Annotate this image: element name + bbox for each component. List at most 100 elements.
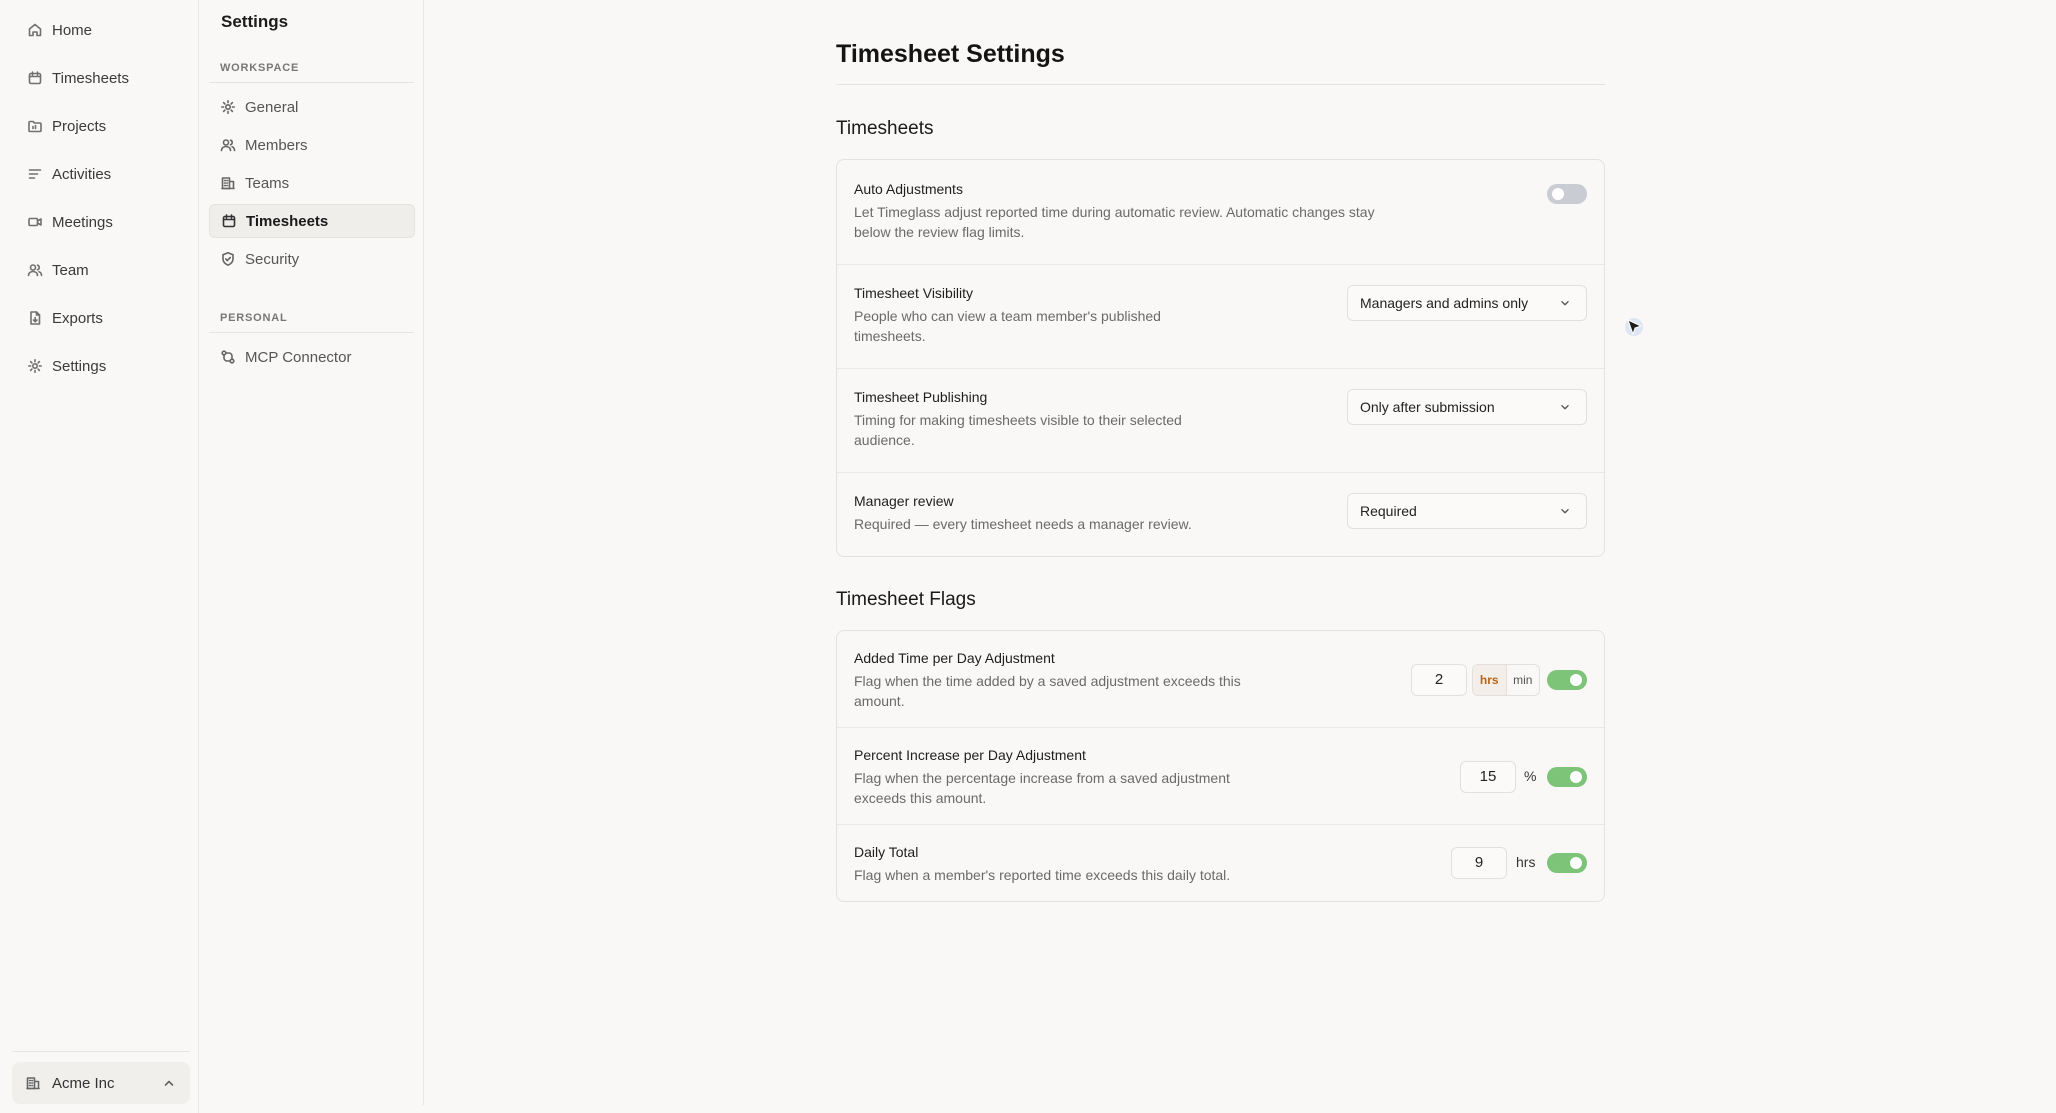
settings-item-label: Teams [245,174,290,192]
users-icon [26,261,44,279]
section-divider [209,332,414,333]
timesheets-settings-card: Auto Adjustments Let Timeglass adjust re… [836,159,1605,557]
description-line: Flag when the time added by a saved adju… [854,673,1241,689]
workspace-switcher[interactable]: Acme Inc [12,1062,190,1104]
settings-sidebar: Settings WORKSPACE General Members Teams… [199,0,424,1105]
unit-hrs-button[interactable]: hrs [1473,665,1507,695]
nav-item-meetings[interactable]: Meetings [26,210,113,234]
chevron-down-icon [1556,502,1574,520]
settings-item-label: Members [245,136,308,154]
time-unit-toggle: hrs min [1472,664,1540,696]
added-time-label: Added Time per Day Adjustment [854,650,1055,666]
nav-divider [12,1051,190,1052]
added-time-description: Flag when the time added by a saved adju… [854,671,1241,711]
select-value: Only after submission [1360,399,1495,415]
auto-adjustments-toggle[interactable] [1547,184,1587,204]
calendar-icon [26,69,44,87]
description-line: People who can view a team member's publ… [854,308,1161,324]
settings-title: Settings [221,12,289,31]
workspace-section-label: WORKSPACE [220,62,300,74]
percent-increase-label: Percent Increase per Day Adjustment [854,747,1086,763]
timesheet-visibility-description: People who can view a team member's publ… [854,306,1161,346]
nav-item-label: Activities [52,165,112,183]
chevron-up-icon [160,1074,178,1092]
daily-total-description: Flag when a member's reported time excee… [854,865,1230,885]
settings-item-label: General [245,98,299,116]
description-line: amount. [854,693,905,709]
timesheet-visibility-row: Timesheet Visibility People who can view… [837,265,1604,369]
nav-item-label: Projects [52,117,107,135]
nav-item-settings[interactable]: Settings [26,354,106,378]
nav-item-label: Home [52,21,93,39]
settings-item-teams[interactable]: Teams [209,166,415,200]
toggle-knob [1570,674,1582,686]
settings-item-label: MCP Connector [245,348,352,366]
percent-increase-row: Percent Increase per Day Adjustment Flag… [837,728,1604,825]
personal-section-label: PERSONAL [220,312,288,324]
description-line: exceeds this amount. [854,790,987,806]
description-line: Let Timeglass adjust reported time durin… [854,204,1375,220]
main-sidebar: Home Timesheets Projects Activities Meet… [0,0,199,1113]
nav-item-label: Team [52,261,89,279]
percent-increase-input[interactable]: 15 [1460,761,1516,793]
description-line: audience. [854,432,915,448]
timesheet-publishing-description: Timing for making timesheets visible to … [854,410,1182,450]
home-icon [26,21,44,39]
manager-review-description: Required — every timesheet needs a manag… [854,514,1192,534]
description-line: Flag when the percentage increase from a… [854,770,1230,786]
select-value: Required [1360,503,1417,519]
folder-icon [26,117,44,135]
calendar-icon [220,212,238,230]
timesheet-flags-section-title: Timesheet Flags [836,589,976,610]
settings-item-label: Timesheets [246,212,329,230]
manager-review-select[interactable]: Required [1347,493,1587,529]
shield-icon [219,250,237,268]
timesheet-publishing-row: Timesheet Publishing Timing for making t… [837,369,1604,473]
file-export-icon [26,309,44,327]
settings-item-security[interactable]: Security [209,242,415,276]
manager-review-row: Manager review Required — every timeshee… [837,473,1604,556]
daily-total-label: Daily Total [854,844,919,860]
timesheet-visibility-select[interactable]: Managers and admins only [1347,285,1587,321]
nav-item-projects[interactable]: Projects [26,114,106,138]
settings-item-timesheets[interactable]: Timesheets [209,204,415,238]
mouse-cursor-icon [1625,318,1643,336]
settings-item-label: Security [245,250,300,268]
building-icon [219,174,237,192]
percent-increase-toggle[interactable] [1547,767,1587,787]
description-line: Required — every timesheet needs a manag… [854,516,1192,532]
nav-item-home[interactable]: Home [26,18,92,42]
connector-icon [219,348,237,366]
page-title: Timesheet Settings [836,40,1065,68]
nav-item-exports[interactable]: Exports [26,306,103,330]
percent-unit: % [1524,768,1537,784]
list-icon [26,165,44,183]
description-line: timesheets. [854,328,926,344]
nav-item-timesheets[interactable]: Timesheets [26,66,129,90]
building-icon [24,1074,42,1092]
added-time-toggle[interactable] [1547,670,1587,690]
daily-total-toggle[interactable] [1547,853,1587,873]
settings-item-general[interactable]: General [209,90,415,124]
nav-item-team[interactable]: Team [26,258,89,282]
description-line: Timing for making timesheets visible to … [854,412,1182,428]
select-value: Managers and admins only [1360,295,1529,311]
video-icon [26,213,44,231]
manager-review-label: Manager review [854,493,954,509]
nav-item-label: Meetings [52,213,113,231]
settings-item-members[interactable]: Members [209,128,415,162]
added-time-input[interactable]: 2 [1411,664,1467,696]
daily-total-unit: hrs [1516,854,1536,870]
toggle-knob [1570,857,1582,869]
settings-item-mcp-connector[interactable]: MCP Connector [209,340,415,374]
daily-total-input[interactable]: 9 [1451,847,1507,879]
auto-adjustments-row: Auto Adjustments Let Timeglass adjust re… [837,160,1604,265]
unit-min-button[interactable]: min [1507,665,1540,695]
daily-total-row: Daily Total Flag when a member's reporte… [837,825,1604,901]
title-divider [836,84,1605,85]
users-icon [219,136,237,154]
timesheet-publishing-label: Timesheet Publishing [854,389,988,405]
timesheet-publishing-select[interactable]: Only after submission [1347,389,1587,425]
description-line: below the review flag limits. [854,224,1025,240]
nav-item-activities[interactable]: Activities [26,162,111,186]
